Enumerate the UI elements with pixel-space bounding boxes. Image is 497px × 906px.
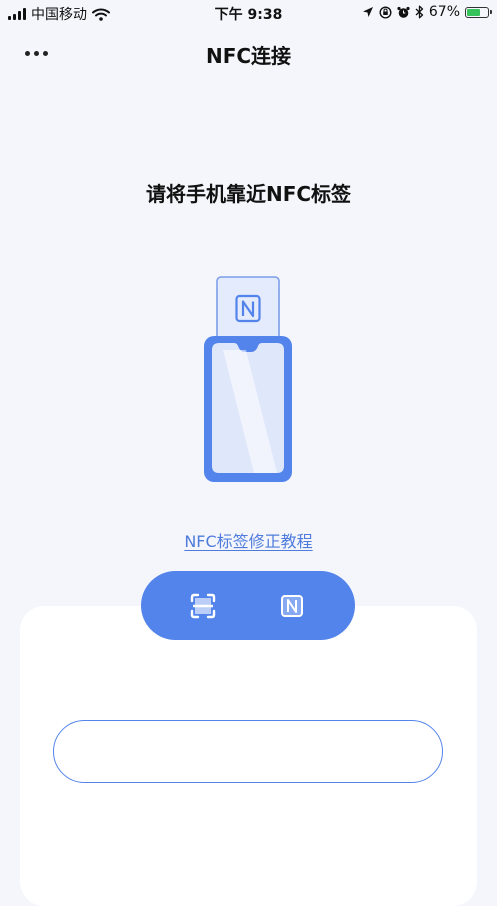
nfc-icon[interactable] (280, 594, 304, 618)
page-title: NFC连接 (205, 44, 292, 68)
nfc-tutorial-link-label[interactable]: NFC标签修正教程 (184, 532, 312, 551)
battery-icon (465, 6, 492, 18)
alarm-icon (397, 6, 410, 18)
instruction-text: 请将手机靠近NFC标签 (145, 182, 352, 206)
nav-bar: NFC连接 (0, 26, 497, 80)
status-bar: 中国移动 下午 9:38 67% (0, 0, 497, 26)
rotation-lock-icon (379, 5, 392, 19)
nfc-input-field[interactable] (53, 720, 443, 783)
battery-percent: 67% (428, 4, 460, 20)
scan-icon[interactable] (190, 593, 216, 619)
nfc-tutorial-link[interactable]: NFC标签修正教程 (0, 528, 497, 552)
location-arrow-icon (362, 7, 373, 17)
mode-switch (141, 571, 355, 640)
phone-nfc-tag-icon (204, 276, 292, 482)
bluetooth-icon (415, 5, 424, 19)
status-right: 67% (362, 4, 492, 20)
battery-level (467, 8, 480, 16)
